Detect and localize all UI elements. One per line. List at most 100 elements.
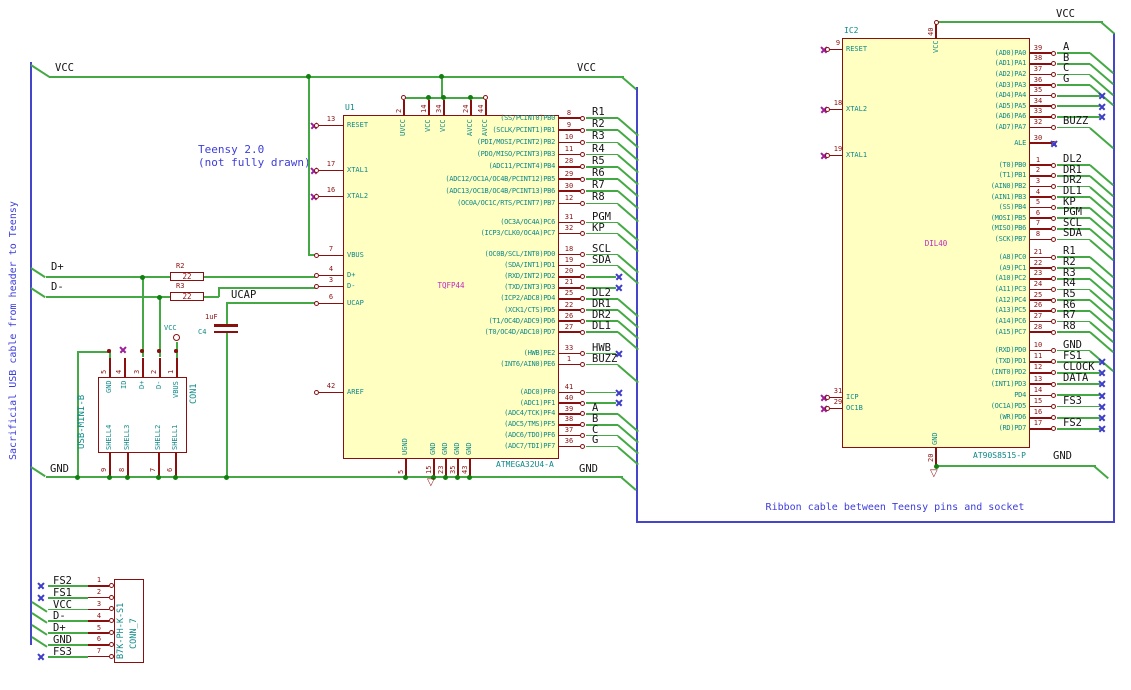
net-wire [1057, 105, 1100, 108]
pin-name: (PDI/MOSI/PCINT2)PB2 [476, 137, 556, 146]
net-label[interactable]: R8 [1063, 320, 1076, 332]
net-label[interactable]: BUZZ [592, 353, 617, 365]
pin-stub [319, 285, 343, 288]
pin-row: (AD2)PA2 37 C [848, 62, 1131, 96]
junction-dot [442, 474, 448, 480]
net-wire [1057, 84, 1090, 86]
net-wire [586, 445, 618, 448]
net-label-dminus[interactable]: D- [51, 281, 64, 293]
net-label[interactable]: BUZZ [1063, 115, 1088, 127]
pin-number: 39 [1033, 43, 1043, 52]
pin-name: (AD5)PA5 [994, 101, 1027, 110]
pin-end [1051, 124, 1056, 130]
net-label[interactable]: G [592, 434, 598, 446]
pin-row: (AD1)PA1 38 B [848, 52, 1131, 85]
net-label[interactable]: R2 [592, 118, 605, 130]
ic2-reference: IC2 [844, 26, 859, 35]
no-connect-icon [37, 582, 45, 590]
capacitor-c4[interactable] [214, 324, 238, 327]
net-label[interactable]: SDA [592, 254, 611, 266]
pin-name: (ADC1)PF1 [519, 398, 556, 407]
wire-segment [157, 349, 161, 353]
wire-segment [938, 21, 1103, 23]
net-label-ucap[interactable]: UCAP [231, 289, 256, 301]
pin-stub [1030, 394, 1052, 397]
pin-end [580, 220, 585, 225]
net-label[interactable]: R4 [592, 143, 605, 155]
pin-name: (AD7)PA7 [994, 122, 1027, 131]
pin-stub [1030, 238, 1052, 241]
pin-stub [559, 275, 581, 278]
pin-name: (T0)PB0 [998, 160, 1027, 169]
net-label[interactable]: R5 [592, 155, 605, 167]
pin-stub [159, 358, 161, 377]
resistor-r2[interactable]: 22 [170, 272, 204, 281]
net-label[interactable]: R1 [592, 106, 605, 118]
pin-name: (RXD)PD0 [994, 346, 1027, 355]
no-connect-icon [1098, 414, 1106, 422]
pin-name: (ADC12/OC1A/OC4B/PCINT12)PB5 [445, 174, 555, 183]
pin-stub [1030, 360, 1052, 363]
vertical-pin-label: 5 [397, 469, 405, 474]
pin-row: (A10)PC2 23 R3 [848, 267, 1131, 300]
resistor-r2-ref: R2 [176, 262, 185, 270]
net-label[interactable]: FS1 [1063, 350, 1082, 362]
schematic-text: 9 [835, 39, 841, 47]
pin-stub [559, 190, 581, 192]
net-label[interactable]: G [1063, 73, 1069, 85]
pin-end [109, 582, 114, 588]
pin-number: 31 [564, 213, 574, 221]
pin-number: 12 [564, 193, 574, 202]
pin-row: (MISO)PB6 7 SCL [848, 217, 1131, 250]
net-label-vcc[interactable]: VCC [55, 62, 74, 74]
pin-end [1051, 265, 1056, 271]
net-label[interactable]: R7 [592, 179, 605, 191]
net-label-gnd[interactable]: GND [579, 463, 598, 475]
net-label[interactable]: R6 [592, 167, 605, 179]
pin-name: (OC0B/SCL/INT0)PD0 [484, 250, 556, 259]
pin-end [580, 285, 585, 291]
pin-end [580, 164, 585, 170]
pin-end [580, 274, 585, 280]
net-label[interactable]: FS2 [1063, 417, 1082, 429]
pin-end [580, 139, 585, 145]
net-label-gnd[interactable]: GND [1053, 450, 1072, 462]
net-label[interactable]: R8 [592, 191, 605, 203]
pin-number: 1 [96, 576, 102, 585]
pin-stub [559, 445, 581, 448]
net-label[interactable]: KP [592, 222, 605, 234]
junction-dot [155, 474, 161, 480]
pin-name: (ICP3/CLK0/OC4A)PC7 [480, 229, 556, 237]
net-label[interactable]: CLOCK [1063, 361, 1095, 373]
pin-row: (MOSI)PB5 6 PGM [848, 206, 1131, 240]
net-label[interactable]: DL1 [592, 320, 611, 332]
pin-number: 8 [566, 108, 572, 117]
pin-end [109, 641, 114, 647]
net-label[interactable]: SDA [1063, 227, 1082, 239]
pin-row: (ADC7/TDI)PF7 36 G [349, 434, 641, 465]
net-label[interactable]: R3 [592, 130, 605, 142]
vertical-pin-label: 6 [166, 467, 174, 472]
vertical-pin-label: SHELL3 [123, 424, 131, 450]
net-label-dplus[interactable]: D+ [51, 261, 64, 273]
net-label[interactable]: FS3 [1063, 395, 1082, 407]
pin-number: 21 [1033, 247, 1043, 256]
net-label[interactable]: DATA [1063, 372, 1088, 384]
wire-segment [226, 303, 228, 326]
net-label-gnd[interactable]: GND [50, 463, 69, 475]
resistor-r3[interactable]: 22 [170, 292, 204, 301]
no-connect-icon [615, 273, 623, 281]
pin-number: 33 [1033, 107, 1043, 116]
net-wire [586, 413, 618, 415]
pin-number: 27 [564, 322, 574, 331]
pin-number: 1 [566, 355, 572, 363]
pin-end [580, 188, 585, 194]
net-label-vcc[interactable]: VCC [1056, 8, 1075, 20]
pin-number: 10 [564, 132, 574, 141]
pin-name: (AD0)PA0 [994, 48, 1027, 57]
net-label-vcc[interactable]: VCC [577, 62, 596, 74]
pin-stub [175, 453, 177, 477]
net-wire [1057, 63, 1090, 65]
net-label[interactable]: GND [1063, 339, 1082, 351]
pin-name: (MOSI)PB5 [990, 213, 1027, 222]
